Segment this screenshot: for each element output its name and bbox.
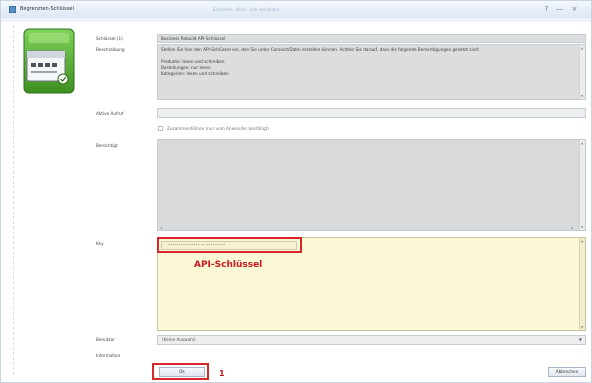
beschreibung-scrollbar[interactable]: ▲ ▼ [579,45,585,99]
label-benutzer: Benutzer [96,337,115,342]
label-information: Information [96,353,121,358]
dialog-window: Begrenzten-Schlüssel Einstellen · Klick … [0,0,592,383]
help-icon[interactable]: ? [541,4,552,14]
key-highlight-frame [157,237,302,253]
ok-highlight-frame [152,363,209,380]
scroll-left-icon[interactable]: ◀ [160,226,162,230]
scroll-right-icon[interactable]: ▶ [571,226,573,230]
window-title: Begrenzten-Schlüssel [20,6,74,12]
berechtigungen-textarea[interactable]: ▲ ▼ [157,139,586,231]
title-hint-strip [1,18,591,22]
pin-icon[interactable]: ― [554,4,565,14]
benutzer-value: (Keine Auswahl) [162,337,196,342]
berechtigungen-scrollbar[interactable]: ▲ ▼ [579,140,585,230]
close-icon[interactable]: × [569,4,580,14]
key-scrollbar[interactable]: ▲ ▼ [579,238,585,330]
left-guide-line [13,25,14,375]
scroll-down-icon[interactable]: ▼ [581,225,584,229]
label-aktive-aufruf: Aktive Aufruf [96,111,124,116]
schluessel-value: Business Rebuild API-Schlüssel [161,36,226,41]
api-key-module-icon [23,28,75,94]
title-hint: Einstellen · Klick · sich verfangen [213,7,280,11]
api-key-annotation: API-Schlüssel [194,260,263,270]
label-beschreibung: Beschreibung [96,47,125,52]
benutzer-select[interactable]: (Keine Auswahl) ▼ [157,335,586,345]
zusammenfuehren-label: Zusammenführen (nur vom Anwender bestäti… [167,126,269,131]
step-annotation: 1 [219,369,225,378]
abbrechen-button[interactable]: Abbrechen [548,367,586,377]
scroll-down-icon[interactable]: ▼ [581,325,584,329]
scroll-down-icon[interactable]: ▼ [581,94,584,98]
scroll-up-icon[interactable]: ▲ [581,239,584,243]
zusammenfuehren-checkbox[interactable] [158,126,163,131]
beschreibung-textarea[interactable]: Stellen Sie hier den API-Schlüssel ein, … [157,44,586,100]
label-key: Key [96,241,104,246]
chevron-down-icon: ▼ [578,337,582,342]
window-icon [9,6,16,13]
label-schluessel: Schlüssel (1) [96,36,123,41]
schluessel-field[interactable]: Business Rebuild API-Schlüssel [157,34,586,43]
title-bar: Begrenzten-Schlüssel Einstellen · Klick … [1,1,591,19]
scroll-up-icon[interactable]: ▲ [581,141,584,145]
beschreibung-line: Kategorien: lesen und schreiben [161,71,229,76]
label-berechtigungen: Berechtigt [96,143,118,148]
scroll-up-icon[interactable]: ▲ [581,46,584,50]
aktive-aufruf-field[interactable] [157,108,586,118]
